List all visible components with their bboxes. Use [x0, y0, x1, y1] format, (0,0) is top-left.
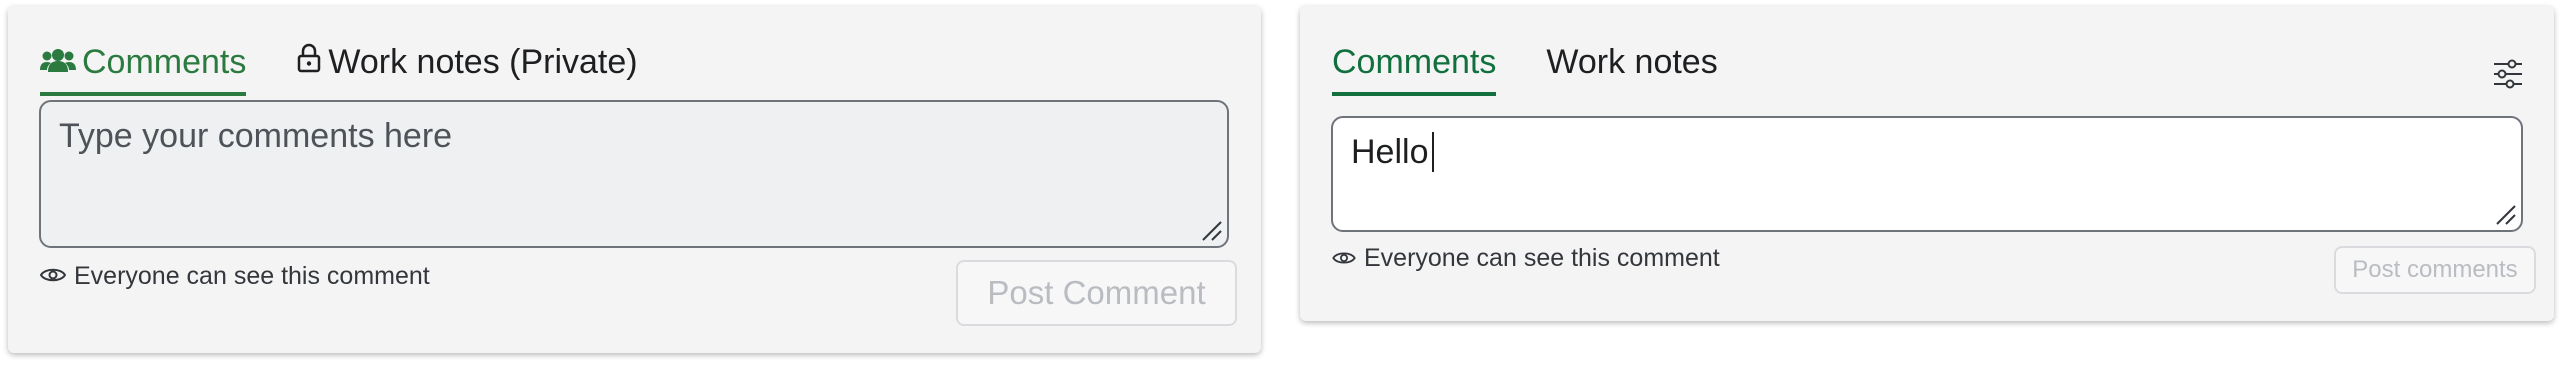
comments-value: Hello: [1351, 133, 1429, 171]
tab-comments[interactable]: Comments: [40, 42, 247, 96]
tab-comments-label: Comments: [1332, 43, 1497, 81]
visibility-note: Everyone can see this comment: [39, 262, 430, 291]
eye-icon: [39, 262, 67, 291]
tab-comments-label: Comments: [82, 43, 247, 81]
comments-panel-right: Comments Work notes Hello Everyone can s…: [1300, 6, 2554, 321]
tab-comments[interactable]: Comments: [1332, 42, 1497, 96]
users-icon: [40, 42, 76, 82]
post-comments-button[interactable]: Post comments: [2334, 246, 2536, 294]
eye-icon: [1332, 244, 1356, 273]
activity-tabs: Comments Work notes (Private): [40, 42, 688, 96]
tab-work-notes-label: Work notes: [1546, 43, 1718, 81]
comments-panel-left: Comments Work notes (Private) Type your …: [8, 6, 1261, 353]
visibility-text: Everyone can see this comment: [74, 262, 430, 290]
lock-icon: [296, 42, 322, 82]
text-caret: [1432, 132, 1435, 172]
settings-button[interactable]: [2490, 56, 2526, 92]
comments-textarea[interactable]: Type your comments here: [39, 100, 1229, 248]
tab-work-notes-label: Work notes (Private): [328, 43, 638, 81]
activity-tabs: Comments Work notes: [1332, 42, 1768, 96]
tab-work-notes[interactable]: Work notes: [1546, 42, 1717, 96]
comments-textarea[interactable]: Hello: [1331, 116, 2523, 232]
visibility-note: Everyone can see this comment: [1332, 244, 1720, 273]
resize-handle-icon[interactable]: [1199, 218, 1223, 242]
tab-work-notes[interactable]: Work notes (Private): [296, 42, 638, 96]
resize-handle-icon[interactable]: [2493, 202, 2517, 226]
post-comment-button[interactable]: Post Comment: [956, 260, 1237, 326]
comments-placeholder: Type your comments here: [59, 117, 453, 155]
visibility-text: Everyone can see this comment: [1364, 244, 1720, 272]
sliders-icon: [2494, 59, 2522, 89]
